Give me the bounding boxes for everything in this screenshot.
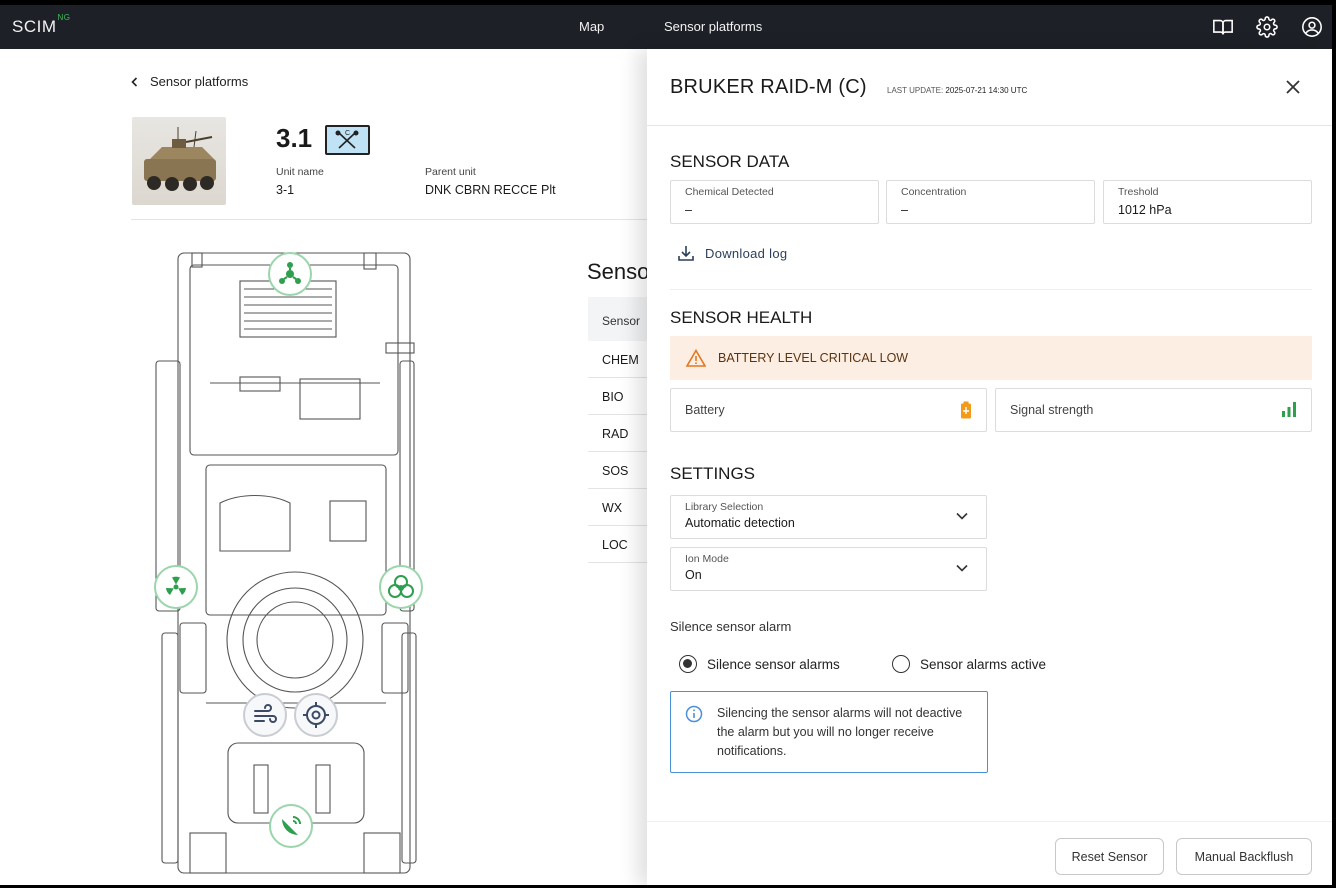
bio-sensor-badge[interactable]: [379, 565, 423, 609]
radio-button-selected[interactable]: [679, 655, 697, 673]
alert-text: BATTERY LEVEL CRITICAL LOW: [718, 351, 909, 365]
info-notice: Silencing the sensor alarms will not dea…: [670, 691, 988, 773]
parent-unit-value: DNK CBRN RECCE Plt: [425, 183, 556, 197]
radio-button[interactable]: [892, 655, 910, 673]
user-account-icon[interactable]: [1301, 16, 1323, 38]
signal-bars-icon: [1282, 402, 1296, 417]
divider: [647, 821, 1332, 822]
info-icon: [685, 705, 703, 723]
sensor-data-title: SENSOR DATA: [670, 152, 790, 171]
download-icon: [678, 246, 694, 261]
nav-link-sensor-platforms[interactable]: Sensor platforms: [664, 19, 762, 34]
top-navigation-bar: SCIMNG Map Sensor platforms: [0, 5, 1332, 49]
radio-alarms-active[interactable]: Sensor alarms active: [892, 655, 1046, 673]
battery-status: Battery: [670, 388, 987, 432]
sensor-health-title: SENSOR HEALTH: [670, 308, 813, 327]
threshold-field: Treshold 1012 hPa: [1103, 180, 1312, 224]
parent-unit-label: Parent unit: [425, 166, 476, 178]
download-log-label: Download log: [705, 245, 788, 261]
nav-link-map[interactable]: Map: [579, 19, 604, 34]
app-window: SCIMNG Map Sensor platforms Sensor platf…: [0, 5, 1332, 885]
back-link[interactable]: Sensor platforms: [130, 74, 248, 89]
unit-name-label: Unit name: [276, 166, 324, 178]
signal-strength-status: Signal strength: [995, 388, 1312, 432]
download-log-button[interactable]: Download log: [677, 244, 787, 262]
warning-icon: [686, 349, 706, 367]
wind-icon: [254, 704, 277, 723]
panel-title: BRUKER RAID-M (C): [670, 76, 867, 98]
unit-name-value: 3-1: [276, 183, 295, 197]
chevron-left-icon: [131, 76, 138, 87]
radio-silence-alarms[interactable]: Silence sensor alarms: [679, 655, 840, 673]
svg-text:C: C: [345, 130, 350, 137]
divider: [670, 289, 1312, 290]
sensor-list-title: Senso: [587, 259, 650, 284]
radio-active-label: Sensor alarms active: [920, 656, 1047, 672]
reset-sensor-button[interactable]: Reset Sensor: [1055, 838, 1164, 875]
radiation-icon: [166, 576, 186, 595]
vehicle-photo: [132, 117, 226, 205]
close-icon[interactable]: [1283, 77, 1303, 97]
unit-symbol-icon: C: [325, 125, 370, 155]
manual-book-icon[interactable]: [1212, 16, 1234, 38]
battery-alert-banner: BATTERY LEVEL CRITICAL LOW: [670, 336, 1312, 380]
battery-low-icon: [961, 401, 971, 419]
crosshair-icon: [303, 702, 329, 728]
chemical-detected-field: Chemical Detected –: [670, 180, 879, 224]
sos-sensor-badge[interactable]: [269, 804, 313, 848]
satellite-dish-icon: [282, 816, 301, 835]
chemical-sensor-icon: [279, 262, 301, 284]
manual-backflush-button[interactable]: Manual Backflush: [1176, 838, 1312, 875]
app-logo[interactable]: SCIMNG: [12, 13, 71, 37]
library-selection-dropdown[interactable]: Library Selection Automatic detection: [670, 495, 987, 539]
chem-sensor-badge[interactable]: [268, 252, 312, 296]
biohazard-icon: [388, 575, 414, 598]
chevron-down-icon: [956, 564, 968, 572]
rad-sensor-badge[interactable]: [154, 565, 198, 609]
info-text: Silencing the sensor alarms will not dea…: [717, 706, 963, 758]
gear-icon[interactable]: [1256, 16, 1278, 38]
divider: [647, 125, 1332, 126]
ion-mode-dropdown[interactable]: Ion Mode On: [670, 547, 987, 591]
back-link-label: Sensor platforms: [150, 74, 249, 89]
radio-silence-label: Silence sensor alarms: [707, 656, 840, 672]
last-update: LAST UPDATE: 2025-07-21 14:30 UTC: [887, 86, 1028, 95]
settings-title: SETTINGS: [670, 464, 756, 483]
sensor-detail-panel: BRUKER RAID-M (C) LAST UPDATE: 2025-07-2…: [647, 49, 1332, 885]
vehicle-diagram: [155, 252, 417, 874]
chevron-down-icon: [956, 512, 968, 520]
unit-title: 3.1: [276, 123, 313, 153]
concentration-field: Concentration –: [886, 180, 1095, 224]
silence-alarm-label: Silence sensor alarm: [670, 619, 792, 634]
divider: [131, 219, 651, 220]
loc-sensor-badge[interactable]: [294, 693, 338, 737]
wx-sensor-badge[interactable]: [243, 693, 287, 737]
